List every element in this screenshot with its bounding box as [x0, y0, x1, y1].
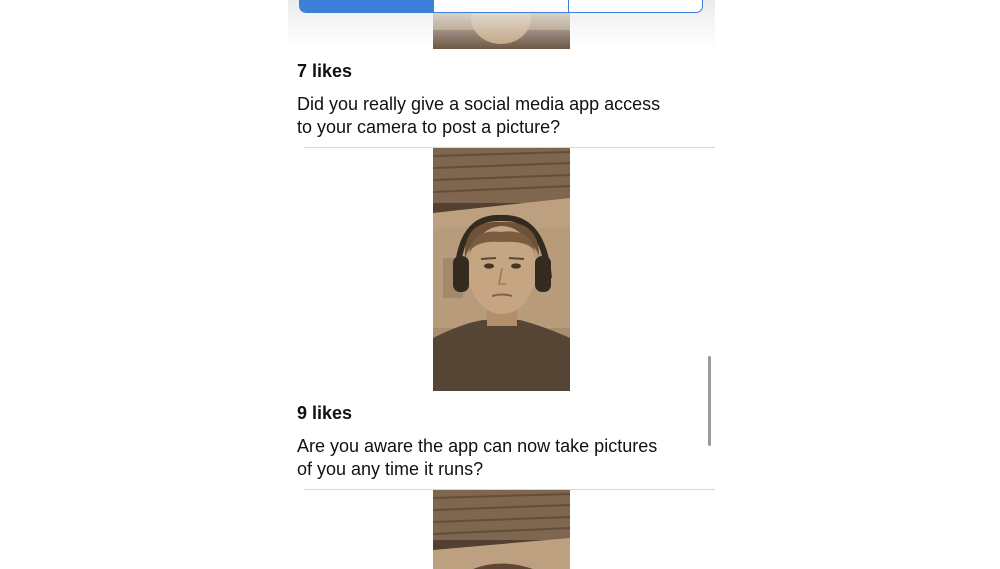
post-photo-2[interactable]: [433, 148, 570, 391]
likes-count: 9 likes: [297, 403, 353, 423]
feed-screen: 7 likes Did you really give a social med…: [288, 0, 715, 569]
selfie-photo: [433, 490, 570, 569]
caption-line: Are you aware the app can now take pictu…: [297, 436, 658, 456]
post-photo-3[interactable]: [433, 490, 570, 569]
post-caption: Are you aware the app can now take pictu…: [297, 435, 707, 481]
post-caption: Did you really give a social media app a…: [297, 93, 707, 139]
screen: 7 likes Did you really give a social med…: [0, 0, 1000, 569]
segment-1[interactable]: [300, 0, 434, 12]
segment-2[interactable]: [433, 0, 567, 12]
caption-line: to your camera to post a picture?: [297, 117, 561, 137]
scrollbar[interactable]: [708, 356, 711, 446]
segmented-control: [299, 0, 703, 13]
caption-line: Did you really give a social media app a…: [297, 94, 661, 114]
selfie-photo: [433, 148, 570, 391]
caption-line: of you any time it runs?: [297, 459, 484, 479]
segment-3[interactable]: [567, 0, 702, 12]
likes-count: 7 likes: [297, 61, 353, 81]
